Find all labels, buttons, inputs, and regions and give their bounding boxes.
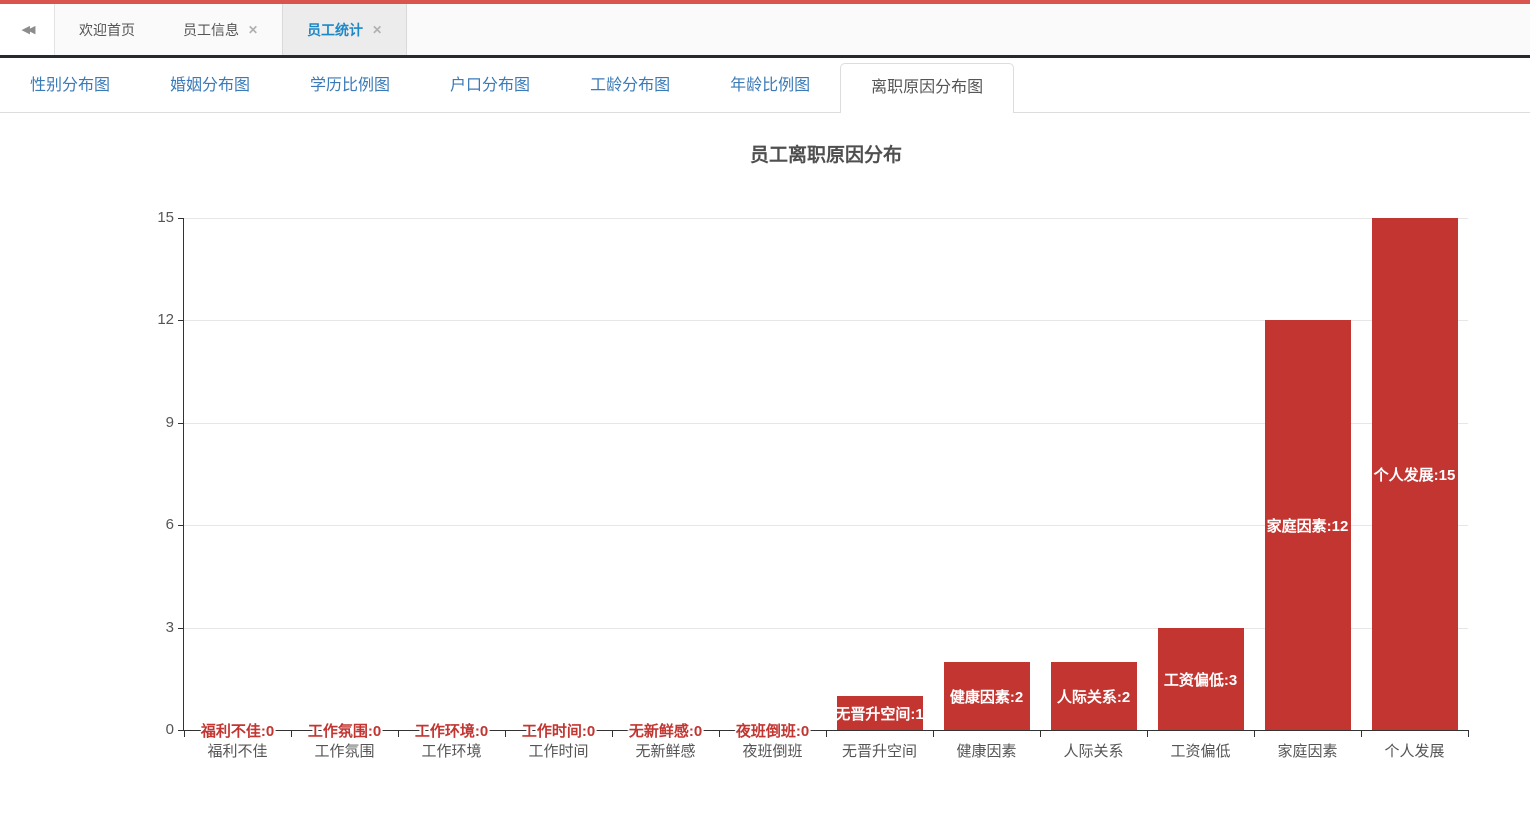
tab-household-distribution[interactable]: 户口分布图	[420, 59, 560, 112]
main-tab-bar: ◀◀ 欢迎首页 员工信息 ✕ 员工统计 ✕	[0, 4, 1530, 55]
double-left-arrow-icon: ◀◀	[22, 23, 33, 36]
chart-title: 员工离职原因分布	[184, 140, 1468, 167]
chart-tab-bar: 性别分布图 婚姻分布图 学历比例图 户口分布图 工龄分布图 年龄比例图 离职原因…	[0, 58, 1530, 113]
tab-marriage-distribution[interactable]: 婚姻分布图	[140, 59, 280, 112]
x-axis-tick	[1040, 731, 1041, 737]
close-icon[interactable]: ✕	[372, 23, 382, 37]
y-axis-line	[183, 218, 184, 731]
x-axis-tick	[1147, 731, 1148, 737]
category-label: 健康因素	[933, 740, 1040, 761]
tab-employee-info[interactable]: 员工信息 ✕	[159, 4, 282, 55]
close-icon[interactable]: ✕	[248, 23, 258, 37]
tab-label: 欢迎首页	[79, 20, 135, 40]
tab-label: 员工信息	[183, 20, 239, 40]
collapse-tabs-button[interactable]: ◀◀	[0, 4, 55, 55]
category-label: 无晋升空间	[826, 740, 933, 761]
grid-line	[184, 218, 1468, 219]
category-label: 工作环境	[398, 740, 505, 761]
y-axis-label: 6	[130, 516, 174, 533]
x-axis-tick	[1468, 731, 1469, 737]
category-label: 夜班倒班	[719, 740, 826, 761]
tab-welcome-home[interactable]: 欢迎首页	[55, 4, 159, 55]
tab-resignation-reason-distribution[interactable]: 离职原因分布图	[840, 63, 1014, 113]
tab-age-ratio[interactable]: 年龄比例图	[700, 59, 840, 112]
bar-chart: 员工离职原因分布 03691215福利不佳:0福利不佳工作氛围:0工作氛围工作环…	[0, 113, 1530, 837]
y-axis-label: 15	[130, 209, 174, 226]
bar-value-label: 个人发展:15	[1349, 464, 1480, 485]
category-label: 个人发展	[1361, 740, 1468, 761]
tab-label: 员工统计	[307, 20, 363, 40]
y-axis-label: 12	[130, 311, 174, 328]
tab-gender-distribution[interactable]: 性别分布图	[0, 59, 140, 112]
category-label: 福利不佳	[184, 740, 291, 761]
x-axis-tick	[1361, 731, 1362, 737]
category-label: 工作时间	[505, 740, 612, 761]
category-label: 无新鲜感	[612, 740, 719, 761]
tab-employee-stats[interactable]: 员工统计 ✕	[282, 4, 407, 55]
y-axis-label: 3	[130, 619, 174, 636]
x-axis-tick	[1254, 731, 1255, 737]
category-label: 工作氛围	[291, 740, 398, 761]
tab-seniority-distribution[interactable]: 工龄分布图	[560, 59, 700, 112]
x-axis-tick	[933, 731, 934, 737]
category-label: 人际关系	[1040, 740, 1147, 761]
y-axis-label: 0	[130, 721, 174, 738]
bar-value-label: 工资偏低:3	[1135, 669, 1266, 690]
category-label: 工资偏低	[1147, 740, 1254, 761]
category-label: 家庭因素	[1254, 740, 1361, 761]
bar-value-label: 家庭因素:12	[1242, 515, 1373, 536]
tab-education-ratio[interactable]: 学历比例图	[280, 59, 420, 112]
y-axis-label: 9	[130, 414, 174, 431]
